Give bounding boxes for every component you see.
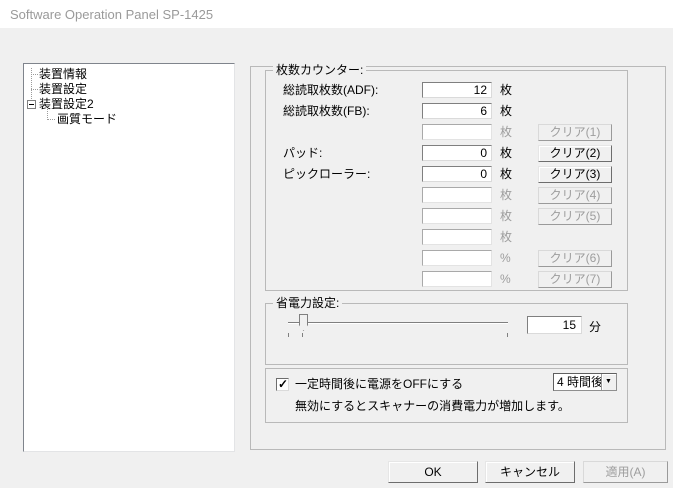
counter-value-field[interactable]: 0 bbox=[422, 166, 492, 182]
counter-unit: 枚 bbox=[500, 146, 512, 161]
cancel-button[interactable]: キャンセル bbox=[485, 461, 575, 483]
counter-row-7: 枚 クリア(5) bbox=[266, 208, 627, 226]
dropdown-selected-value: 4 時間後 bbox=[557, 376, 603, 389]
counter-value-field[interactable]: 6 bbox=[422, 103, 492, 119]
counter-row-adf: 総読取枚数(ADF): 12 枚 bbox=[266, 82, 627, 100]
clear-5-button: クリア(5) bbox=[538, 208, 612, 225]
counter-unit: % bbox=[500, 251, 511, 266]
counter-value-field bbox=[422, 208, 492, 224]
chevron-down-icon[interactable] bbox=[601, 374, 616, 390]
counter-unit: 枚 bbox=[500, 209, 512, 224]
counter-row-6: 枚 クリア(4) bbox=[266, 187, 627, 205]
counter-unit: 枚 bbox=[500, 83, 512, 98]
clear-4-button: クリア(4) bbox=[538, 187, 612, 204]
counter-row-8: 枚 bbox=[266, 229, 627, 247]
power-saving-minutes-field[interactable]: 15 bbox=[527, 316, 582, 334]
auto-power-off-dropdown[interactable]: 4 時間後 bbox=[553, 373, 617, 391]
power-saving-group-label: 省電力設定: bbox=[273, 296, 342, 310]
ok-button[interactable]: OK bbox=[388, 461, 478, 483]
device-tree[interactable]: 装置情報 装置設定 装置設定2 画質モード bbox=[23, 63, 235, 452]
counter-row-3: 枚 クリア(1) bbox=[266, 124, 627, 142]
sheet-counter-group-label: 枚数カウンター: bbox=[273, 63, 366, 77]
clear-1-button: クリア(1) bbox=[538, 124, 612, 141]
power-saving-slider-track[interactable] bbox=[288, 322, 508, 324]
counter-row-pick-roller: ピックローラー: 0 枚 クリア(3) bbox=[266, 166, 627, 184]
counter-row-fb: 総読取枚数(FB): 6 枚 bbox=[266, 103, 627, 121]
power-saving-slider-thumb[interactable] bbox=[299, 314, 308, 331]
window-title: Software Operation Panel SP-1425 bbox=[10, 7, 213, 22]
counter-row-10: % クリア(7) bbox=[266, 271, 627, 289]
counter-unit: 枚 bbox=[500, 125, 512, 140]
counter-unit: 枚 bbox=[500, 230, 512, 245]
tree-item-device-info[interactable]: 装置情報 bbox=[39, 67, 87, 82]
counter-value-field bbox=[422, 250, 492, 266]
counter-label: 総読取枚数(FB): bbox=[283, 104, 370, 119]
clear-7-button: クリア(7) bbox=[538, 271, 612, 288]
counter-unit: 枚 bbox=[500, 167, 512, 182]
counter-value-field[interactable]: 12 bbox=[422, 82, 492, 98]
counter-label: ピックローラー: bbox=[283, 167, 370, 182]
tree-connector-stub bbox=[31, 89, 38, 90]
power-saving-group: 省電力設定: 15 分 bbox=[265, 303, 628, 365]
counter-value-field[interactable]: 0 bbox=[422, 145, 492, 161]
settings-panel: 枚数カウンター: 総読取枚数(ADF): 12 枚 総読取枚数(FB): 6 枚… bbox=[250, 66, 666, 450]
counter-label: パッド: bbox=[283, 146, 322, 161]
power-saving-minutes-unit: 分 bbox=[589, 318, 601, 335]
slider-tick bbox=[507, 333, 508, 337]
counter-label: 総読取枚数(ADF): bbox=[283, 83, 378, 98]
counter-unit: 枚 bbox=[500, 104, 512, 119]
counter-row-9: % クリア(6) bbox=[266, 250, 627, 268]
counter-unit: 枚 bbox=[500, 188, 512, 203]
auto-power-off-note: 無効にするとスキャナーの消費電力が増加します。 bbox=[295, 399, 570, 414]
counter-value-field bbox=[422, 229, 492, 245]
clear-6-button: クリア(6) bbox=[538, 250, 612, 267]
sheet-counter-group: 枚数カウンター: 総読取枚数(ADF): 12 枚 総読取枚数(FB): 6 枚… bbox=[265, 70, 628, 291]
minus-glyph bbox=[29, 104, 34, 105]
auto-power-off-group: 一定時間後に電源をOFFにする 4 時間後 無効にするとスキャナーの消費電力が増… bbox=[265, 368, 628, 423]
counter-value-field bbox=[422, 271, 492, 287]
tree-connector-stub bbox=[31, 74, 38, 75]
counter-value-field bbox=[422, 124, 492, 140]
slider-tick bbox=[288, 333, 289, 337]
counter-row-pad: パッド: 0 枚 クリア(2) bbox=[266, 145, 627, 163]
auto-power-off-label[interactable]: 一定時間後に電源をOFFにする bbox=[295, 377, 463, 392]
window-titlebar: Software Operation Panel SP-1425 bbox=[0, 0, 673, 28]
clear-3-button[interactable]: クリア(3) bbox=[538, 166, 612, 183]
counter-unit: % bbox=[500, 272, 511, 287]
tree-item-device-setting2[interactable]: 装置設定2 bbox=[39, 97, 94, 112]
clear-2-button[interactable]: クリア(2) bbox=[538, 145, 612, 162]
auto-power-off-checkbox[interactable] bbox=[276, 378, 289, 391]
tree-connector-stub bbox=[47, 119, 55, 120]
slider-tick bbox=[302, 333, 303, 337]
apply-button: 適用(A) bbox=[583, 461, 668, 483]
tree-item-image-quality-mode[interactable]: 画質モード bbox=[57, 112, 117, 127]
tree-collapse-icon[interactable] bbox=[27, 100, 36, 109]
counter-value-field bbox=[422, 187, 492, 203]
tree-item-device-setting[interactable]: 装置設定 bbox=[39, 82, 87, 97]
